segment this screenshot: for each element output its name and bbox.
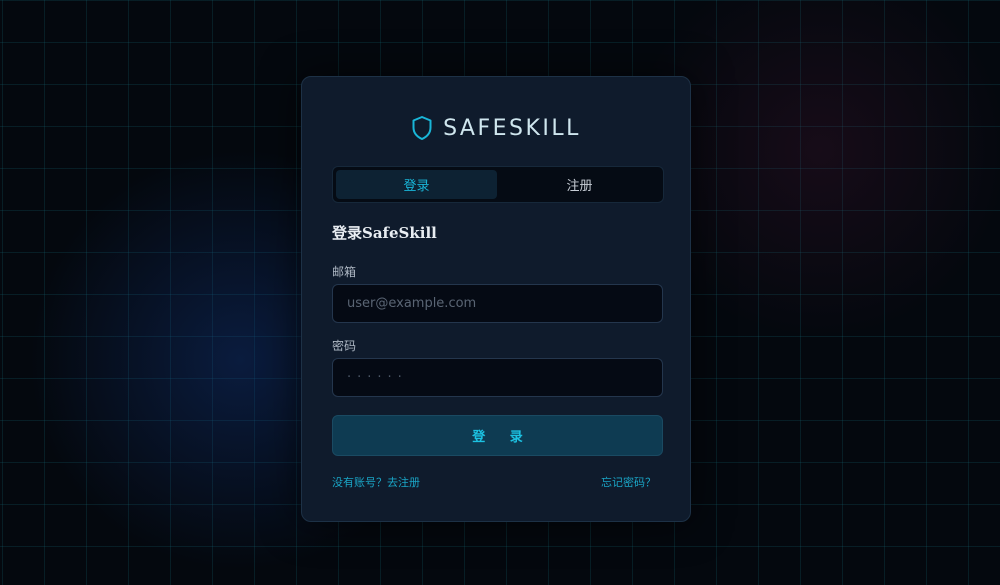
email-label: 邮箱 bbox=[332, 265, 357, 279]
password-label: 密码 bbox=[332, 339, 357, 353]
tab-login[interactable]: 登录 bbox=[336, 170, 497, 199]
login-card: SAFESKILL 登录 注册 登录SafeSkill 邮箱 密码 登 录 没有… bbox=[301, 76, 691, 522]
password-input[interactable] bbox=[332, 358, 663, 397]
register-link[interactable]: 没有账号？去注册 bbox=[332, 474, 420, 490]
brand-header: SAFESKILL bbox=[302, 115, 690, 141]
email-input[interactable] bbox=[332, 284, 663, 323]
form-title: 登录SafeSkill bbox=[332, 224, 437, 242]
tab-register[interactable]: 注册 bbox=[499, 170, 660, 199]
auth-tabs: 登录 注册 bbox=[332, 166, 664, 203]
shield-icon bbox=[411, 115, 433, 141]
login-button[interactable]: 登 录 bbox=[332, 415, 663, 456]
brand-name: SAFESKILL bbox=[443, 115, 581, 141]
forgot-password-link[interactable]: 忘记密码？ bbox=[601, 474, 656, 490]
